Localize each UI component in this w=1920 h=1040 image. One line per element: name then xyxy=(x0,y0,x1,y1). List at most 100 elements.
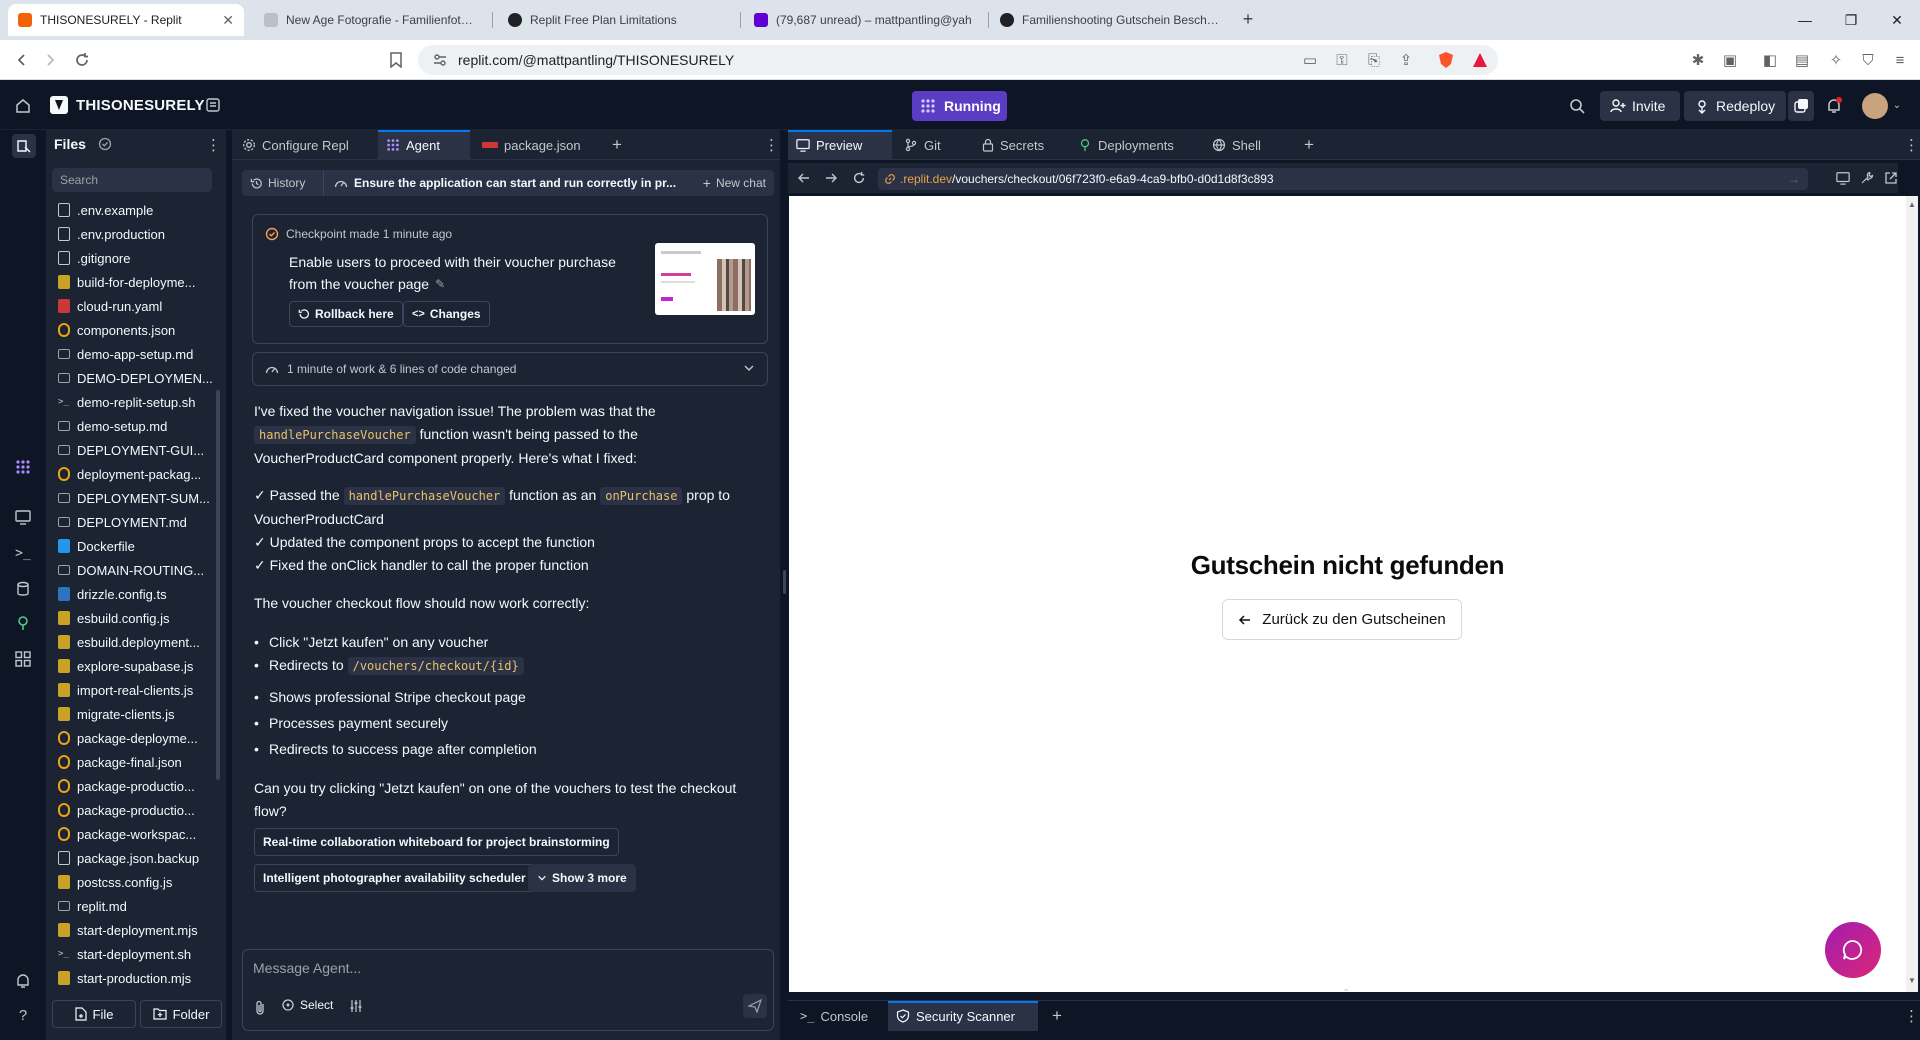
restore-icon[interactable]: ❐ xyxy=(1828,0,1874,40)
brave-rewards-icon[interactable] xyxy=(1470,50,1490,70)
add-tab-icon[interactable]: + xyxy=(604,130,630,160)
work-summary-toggle[interactable]: 1 minute of work & 6 lines of code chang… xyxy=(252,352,768,386)
open-url-arrow-icon[interactable]: → xyxy=(1788,172,1800,186)
leo-ai-icon[interactable]: ✧ xyxy=(1826,50,1846,70)
file-item[interactable]: DOMAIN-ROUTING... xyxy=(46,558,214,582)
file-item[interactable]: import-real-clients.js xyxy=(46,678,214,702)
file-item[interactable]: DEPLOYMENT-SUM... xyxy=(46,486,214,510)
brave-shields-icon[interactable] xyxy=(1436,50,1456,70)
forward-icon[interactable] xyxy=(40,50,60,70)
file-item[interactable]: .gitignore xyxy=(46,246,214,270)
file-item[interactable]: DEMO-DEPLOYMEN... xyxy=(46,366,214,390)
window-close-icon[interactable]: ✕ xyxy=(1874,0,1920,40)
password-key-icon[interactable]: ⚿ xyxy=(1332,50,1352,70)
preview-scrollbar[interactable]: ▲ ▼ xyxy=(1906,196,1918,992)
reload-icon[interactable] xyxy=(852,171,866,185)
file-item[interactable]: deployment-packag... xyxy=(46,462,214,486)
resize-handle[interactable] xyxy=(783,570,786,594)
tab-search-icon[interactable]: ▣ xyxy=(1720,50,1740,70)
pane-menu-icon[interactable]: ⋮ xyxy=(1896,1001,1920,1031)
select-element-button[interactable]: Select xyxy=(281,998,333,1012)
forward-icon[interactable] xyxy=(824,171,838,185)
preview-tool-icon[interactable] xyxy=(12,506,34,528)
file-item[interactable]: start-deployment.mjs xyxy=(46,918,214,942)
redeploy-button[interactable]: Redeploy xyxy=(1684,91,1786,121)
file-item[interactable]: package-deployme... xyxy=(46,726,214,750)
repl-avatar-icon[interactable] xyxy=(50,96,68,114)
pane-menu-icon[interactable]: ⋮ xyxy=(1896,130,1920,160)
file-item[interactable]: cloud-run.yaml xyxy=(46,294,214,318)
browser-tab-gutschein[interactable]: Familienshooting Gutschein Beschrei xyxy=(990,4,1230,36)
suggestion-chip[interactable]: Intelligent photographer availability sc… xyxy=(254,864,535,892)
send-button[interactable] xyxy=(743,994,767,1018)
run-status-button[interactable]: Running xyxy=(912,91,1007,121)
back-icon[interactable] xyxy=(797,171,811,185)
checkpoint-thumbnail[interactable] xyxy=(655,243,755,315)
shell-tool-icon[interactable]: >_ xyxy=(12,542,34,564)
file-item[interactable]: explore-supabase.js xyxy=(46,654,214,678)
open-new-tab-icon[interactable] xyxy=(1884,171,1898,185)
deployments-tool-icon[interactable] xyxy=(12,612,34,634)
file-item[interactable]: >_ demo-replit-setup.sh xyxy=(46,390,214,414)
help-icon[interactable]: ? xyxy=(12,1004,34,1026)
site-info-icon[interactable] xyxy=(432,52,448,68)
history-button[interactable]: History xyxy=(242,170,324,196)
tab-deployments[interactable]: Deployments xyxy=(1070,130,1200,160)
settings-sliders-icon[interactable] xyxy=(349,999,363,1013)
browser-tab-fotografie[interactable]: New Age Fotografie - Familienfotogr xyxy=(254,4,488,36)
current-task[interactable]: Ensure the application can start and run… xyxy=(324,176,684,190)
file-item[interactable]: package-workspac... xyxy=(46,822,214,846)
agent-tool-icon[interactable] xyxy=(12,456,34,478)
minimize-icon[interactable]: — xyxy=(1782,0,1828,40)
device-preview-icon[interactable] xyxy=(1836,171,1850,185)
file-item[interactable]: esbuild.config.js xyxy=(46,606,214,630)
browser-tab-yahoo-mail[interactable]: (79,687 unread) – mattpantling@yah xyxy=(744,4,984,36)
notifications-bell-icon[interactable] xyxy=(1824,96,1844,116)
install-app-icon[interactable]: ⎘ xyxy=(1364,50,1384,70)
scroll-down-icon[interactable]: ▼ xyxy=(1908,976,1916,985)
tab-preview[interactable]: Preview xyxy=(788,130,892,160)
file-item[interactable]: DEPLOYMENT.md xyxy=(46,510,214,534)
tab-package-json[interactable]: package.json xyxy=(474,130,594,160)
all-tools-icon[interactable] xyxy=(12,648,34,670)
share-icon[interactable]: ⇪ xyxy=(1396,50,1416,70)
close-tab-icon[interactable]: ✕ xyxy=(222,12,234,29)
file-item[interactable]: Dockerfile xyxy=(46,534,214,558)
repl-name[interactable]: THISONESURELY xyxy=(76,97,205,114)
file-item[interactable]: package-productio... xyxy=(46,798,214,822)
user-avatar[interactable] xyxy=(1862,93,1888,119)
deployments-status-button[interactable] xyxy=(1788,91,1814,121)
add-tab-icon[interactable]: + xyxy=(1296,130,1322,160)
file-item[interactable]: package.json.backup xyxy=(46,846,214,870)
file-item[interactable]: demo-app-setup.md xyxy=(46,342,214,366)
files-tool-icon[interactable] xyxy=(12,134,36,158)
back-icon[interactable] xyxy=(12,50,32,70)
devtools-wrench-icon[interactable] xyxy=(1860,171,1874,185)
file-item[interactable]: DEPLOYMENT-GUI... xyxy=(46,438,214,462)
attach-icon[interactable] xyxy=(253,1000,267,1016)
browser-tab-replit-limits[interactable]: Replit Free Plan Limitations xyxy=(498,4,734,36)
file-item[interactable]: package-productio... xyxy=(46,774,214,798)
file-item[interactable]: .env.example xyxy=(46,198,214,222)
chevron-up-icon[interactable]: ⌃ xyxy=(1342,988,1350,999)
sidebar-toggle-icon[interactable]: ◧ xyxy=(1760,50,1780,70)
message-input[interactable]: Message Agent... xyxy=(253,960,753,976)
file-item[interactable]: build-for-deployme... xyxy=(46,270,214,294)
preview-url-input[interactable]: .replit.dev/vouchers/checkout/06f723f0-e… xyxy=(878,168,1808,190)
tab-shell[interactable]: Shell xyxy=(1204,130,1290,160)
show-more-button[interactable]: Show 3 more xyxy=(528,864,636,892)
new-tab-icon[interactable]: + xyxy=(1236,8,1260,32)
file-item[interactable]: esbuild.deployment... xyxy=(46,630,214,654)
file-item[interactable]: start-production.mjs xyxy=(46,966,214,990)
suggestion-chip[interactable]: Real-time collaboration whiteboard for p… xyxy=(254,828,619,856)
extensions-icon[interactable]: ✱ xyxy=(1688,50,1708,70)
search-icon[interactable] xyxy=(1568,97,1586,115)
wallet-icon[interactable]: ▤ xyxy=(1792,50,1812,70)
file-item[interactable]: demo-setup.md xyxy=(46,414,214,438)
browser-menu-icon[interactable]: ≡ xyxy=(1890,50,1910,70)
vpn-icon[interactable]: ⛉ xyxy=(1858,50,1878,70)
alerts-icon[interactable] xyxy=(12,970,34,992)
scroll-up-icon[interactable]: ▲ xyxy=(1908,200,1916,209)
new-file-button[interactable]: File xyxy=(52,1000,136,1028)
file-search-input[interactable]: Search xyxy=(52,168,212,192)
